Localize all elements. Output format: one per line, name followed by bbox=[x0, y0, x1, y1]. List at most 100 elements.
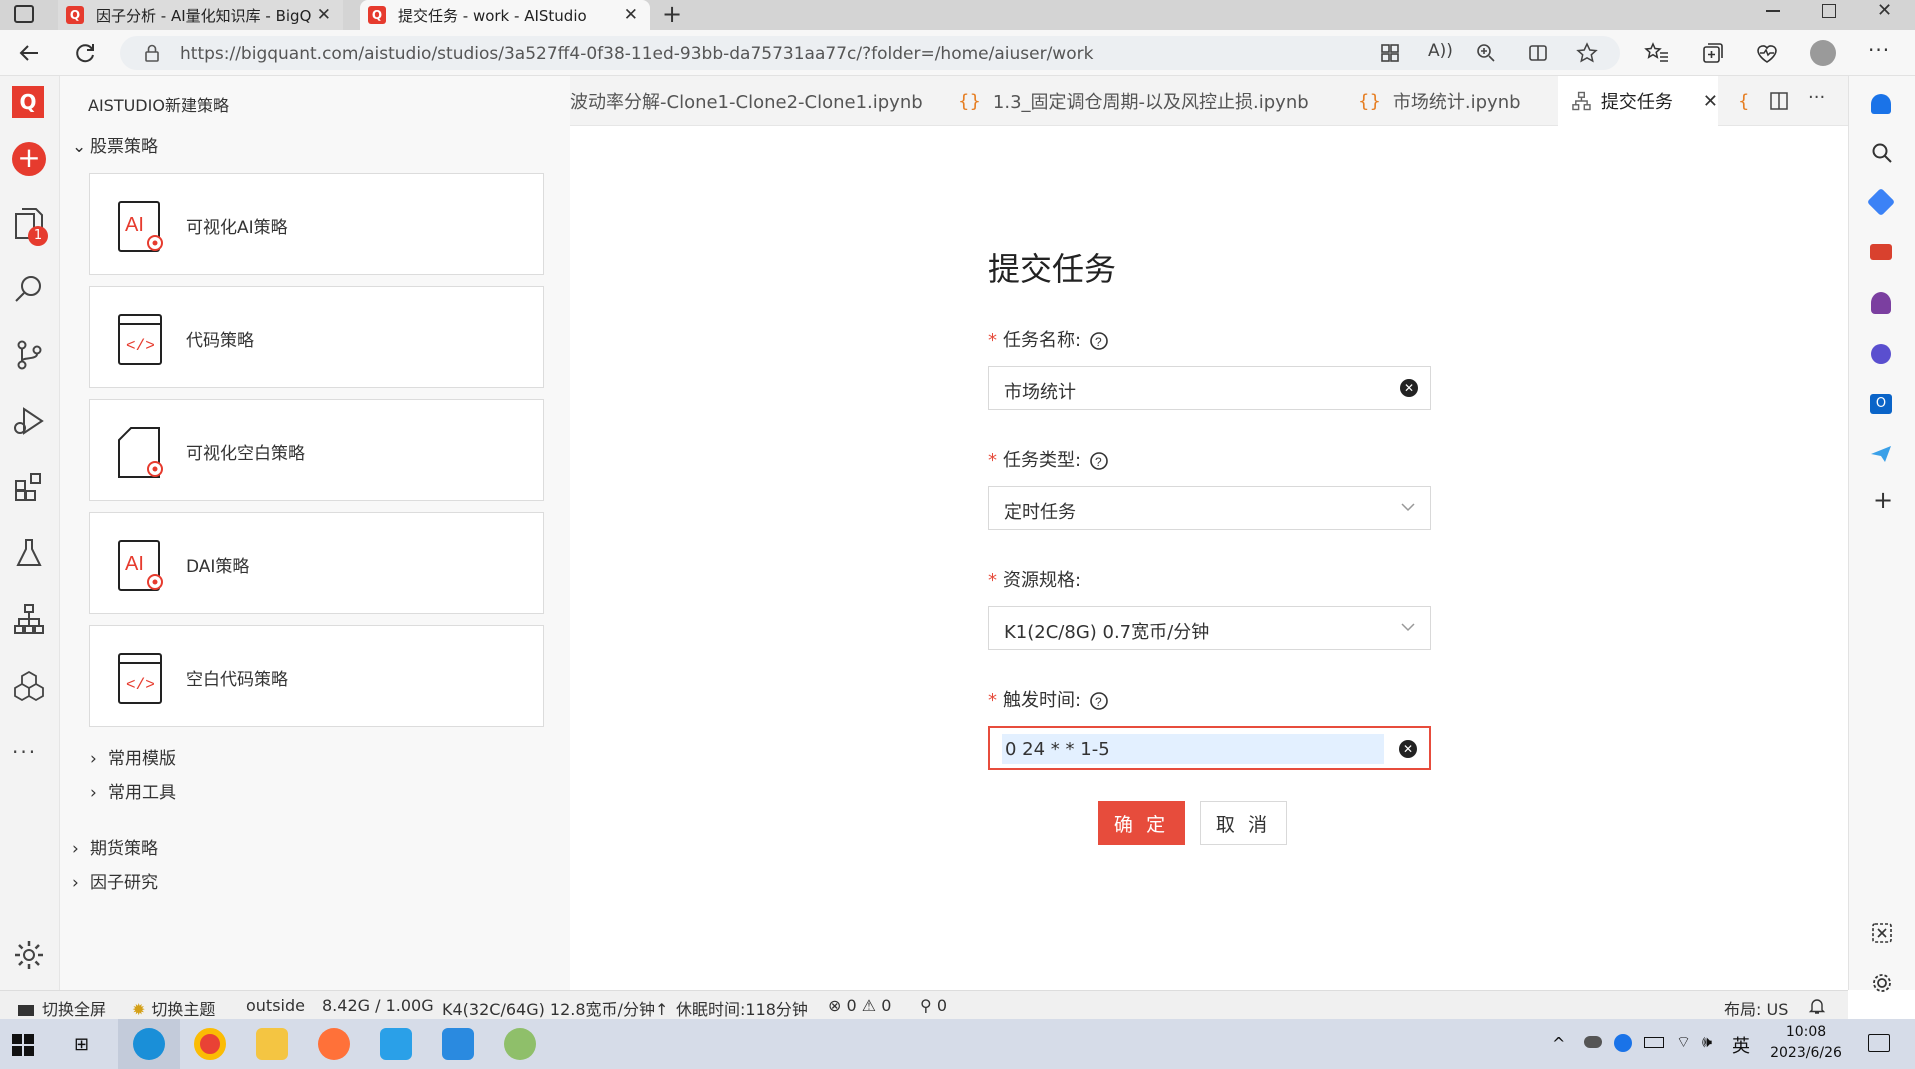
tab-actions-icon[interactable] bbox=[14, 5, 34, 23]
back-icon[interactable] bbox=[16, 40, 42, 66]
tree-item-tools[interactable]: › 常用工具 bbox=[90, 778, 176, 803]
copilot-icon[interactable] bbox=[1871, 344, 1891, 364]
new-tab-icon[interactable]: + bbox=[662, 0, 682, 28]
cancel-button[interactable]: 取 消 bbox=[1200, 801, 1287, 845]
editor-tab-volatility[interactable]: 波动率分解-Clone1-Clone2-Clone1.ipynb bbox=[570, 76, 942, 126]
browser-tab-0[interactable]: Q 因子分析 - AI量化知识库 - BigQu ✕ bbox=[58, 0, 343, 30]
browser-essentials-icon[interactable] bbox=[1754, 40, 1780, 66]
send-icon[interactable] bbox=[1869, 444, 1893, 464]
close-icon[interactable]: ✕ bbox=[624, 5, 638, 25]
editor-tab-fixed-rebalance[interactable]: {} 1.3_固定调仓周期-以及风控止损.ipynb bbox=[958, 76, 1309, 126]
window-close-icon[interactable]: ✕ bbox=[1877, 0, 1892, 21]
confirm-button[interactable]: 确 定 bbox=[1098, 801, 1185, 845]
help-icon[interactable]: ? bbox=[1089, 691, 1109, 711]
hierarchy-icon[interactable] bbox=[12, 602, 46, 636]
favorite-star-icon[interactable] bbox=[1576, 42, 1598, 64]
card-code-strategy[interactable]: </> 代码策略 bbox=[89, 286, 544, 388]
games-icon[interactable] bbox=[1871, 292, 1891, 314]
chevron-up-icon[interactable]: ^ bbox=[1552, 1034, 1565, 1053]
more-icon[interactable]: ··· bbox=[1868, 38, 1890, 62]
split-screen-icon[interactable] bbox=[1528, 43, 1548, 63]
search-icon[interactable] bbox=[1871, 142, 1893, 164]
browser-tab-1[interactable]: Q 提交任务 - work - AIStudio ✕ bbox=[360, 0, 650, 30]
favorites-icon[interactable] bbox=[1644, 40, 1670, 66]
cubes-icon[interactable] bbox=[12, 668, 46, 702]
settings-gear-icon[interactable] bbox=[1871, 972, 1893, 994]
bell-icon[interactable] bbox=[1808, 997, 1826, 1015]
add-icon[interactable]: + bbox=[1873, 486, 1893, 514]
app-icon-1[interactable] bbox=[380, 1028, 412, 1060]
file-explorer-icon[interactable] bbox=[256, 1028, 288, 1060]
profile-avatar[interactable] bbox=[1810, 40, 1836, 66]
clear-icon[interactable]: ✕ bbox=[1399, 740, 1417, 758]
card-dai-strategy[interactable]: AI DAI策略 bbox=[89, 512, 544, 614]
add-icon[interactable]: + bbox=[12, 142, 46, 176]
clock-time[interactable]: 10:08 bbox=[1764, 1024, 1848, 1040]
card-blank-code-strategy[interactable]: </> 空白代码策略 bbox=[89, 625, 544, 727]
clear-icon[interactable]: ✕ bbox=[1400, 379, 1418, 397]
trigger-time-input[interactable]: 0 24 * * 1-5 ✕ bbox=[988, 726, 1431, 770]
bell-icon[interactable] bbox=[1871, 94, 1891, 114]
settings-gear-icon[interactable] bbox=[12, 938, 46, 972]
app-icon-2[interactable] bbox=[442, 1028, 474, 1060]
tree-item-stock[interactable]: ⌄ 股票策略 bbox=[72, 132, 158, 157]
task-name-input[interactable]: 市场统计 ✕ bbox=[988, 366, 1431, 410]
close-icon[interactable]: ✕ bbox=[317, 5, 331, 25]
firefox-icon[interactable] bbox=[318, 1028, 350, 1060]
split-editor-icon[interactable] bbox=[1770, 92, 1788, 110]
tag-icon[interactable] bbox=[1866, 187, 1896, 217]
more-actions-icon[interactable]: ··· bbox=[1808, 87, 1825, 108]
battery-icon[interactable] bbox=[1644, 1037, 1664, 1048]
toggle-fullscreen[interactable]: 切换全屏 bbox=[18, 996, 106, 1020]
submit-task-panel: 提交任务 * 任务名称:? 市场统计 ✕ * 任务类型:? 定时任务 * 资源规格: … bbox=[570, 126, 1848, 990]
windows-start-icon[interactable] bbox=[12, 1034, 34, 1056]
tree-item-futures[interactable]: › 期货策略 bbox=[72, 834, 158, 859]
status-problems[interactable]: ⊗ 0 ⚠ 0 bbox=[828, 996, 891, 1015]
editor-tab-overflow[interactable]: { bbox=[1738, 76, 1758, 126]
search-icon[interactable] bbox=[12, 272, 46, 306]
extensions-icon[interactable] bbox=[12, 470, 46, 504]
wifi-icon[interactable]: ⌔ bbox=[1676, 1032, 1691, 1052]
refresh-icon[interactable] bbox=[72, 40, 98, 66]
status-ports[interactable]: ⚲ 0 bbox=[920, 996, 947, 1015]
clock-date[interactable]: 2023/6/26 bbox=[1764, 1045, 1848, 1061]
zoom-icon[interactable] bbox=[1476, 43, 1496, 63]
collections-icon[interactable] bbox=[1700, 40, 1726, 66]
editor-tab-submit-task[interactable]: 提交任务 ✕ bbox=[1558, 76, 1718, 126]
close-icon[interactable]: ✕ bbox=[1703, 91, 1718, 112]
ime-indicator[interactable]: 英 bbox=[1732, 1032, 1750, 1058]
app-tray-icon[interactable] bbox=[1614, 1034, 1632, 1052]
toggle-theme[interactable]: ✹ 切换主题 bbox=[132, 996, 215, 1020]
editor-tab-market-stats[interactable]: {} 市场统计.ipynb bbox=[1358, 76, 1558, 126]
read-aloud-icon[interactable]: A)) bbox=[1428, 41, 1453, 61]
tree-item-templates[interactable]: › 常用模版 bbox=[90, 744, 176, 769]
outlook-icon[interactable]: O bbox=[1870, 394, 1892, 414]
flask-icon[interactable] bbox=[12, 536, 46, 570]
run-debug-icon[interactable] bbox=[12, 404, 46, 438]
url-field[interactable]: https://bigquant.com/aistudio/studios/3a… bbox=[120, 36, 1620, 70]
task-type-select[interactable]: 定时任务 bbox=[988, 486, 1431, 530]
edge-browser-icon[interactable] bbox=[133, 1028, 165, 1060]
notification-center-icon[interactable] bbox=[1868, 1034, 1890, 1052]
lock-icon[interactable] bbox=[144, 44, 160, 62]
chrome-icon[interactable] bbox=[194, 1028, 226, 1060]
status-resource[interactable]: K4(32C/64G) 12.8宽币/分钟↑ bbox=[442, 996, 668, 1020]
more-icon[interactable]: ··· bbox=[12, 740, 37, 764]
apps-icon[interactable] bbox=[1380, 43, 1400, 63]
card-visual-ai-strategy[interactable]: AI 可视化AI策略 bbox=[89, 173, 544, 275]
toolbox-icon[interactable] bbox=[1870, 244, 1892, 260]
volume-icon[interactable]: 🕪 bbox=[1702, 1032, 1712, 1052]
status-keyboard-layout[interactable]: 布局: US bbox=[1724, 996, 1788, 1020]
help-icon[interactable]: ? bbox=[1089, 331, 1109, 351]
card-visual-blank-strategy[interactable]: 可视化空白策略 bbox=[89, 399, 544, 501]
resource-spec-select[interactable]: K1(2C/8G) 0.7宽币/分钟 bbox=[988, 606, 1431, 650]
minimize-icon[interactable] bbox=[1766, 10, 1780, 12]
task-view-icon[interactable]: ⊞ bbox=[74, 1034, 89, 1055]
source-control-icon[interactable] bbox=[12, 338, 46, 372]
hide-sidebar-icon[interactable] bbox=[1871, 922, 1893, 944]
app-icon-3[interactable] bbox=[504, 1028, 536, 1060]
help-icon[interactable]: ? bbox=[1089, 451, 1109, 471]
onedrive-icon[interactable] bbox=[1584, 1036, 1602, 1048]
tree-item-factor-research[interactable]: › 因子研究 bbox=[72, 868, 158, 893]
restore-icon[interactable] bbox=[1822, 4, 1836, 18]
